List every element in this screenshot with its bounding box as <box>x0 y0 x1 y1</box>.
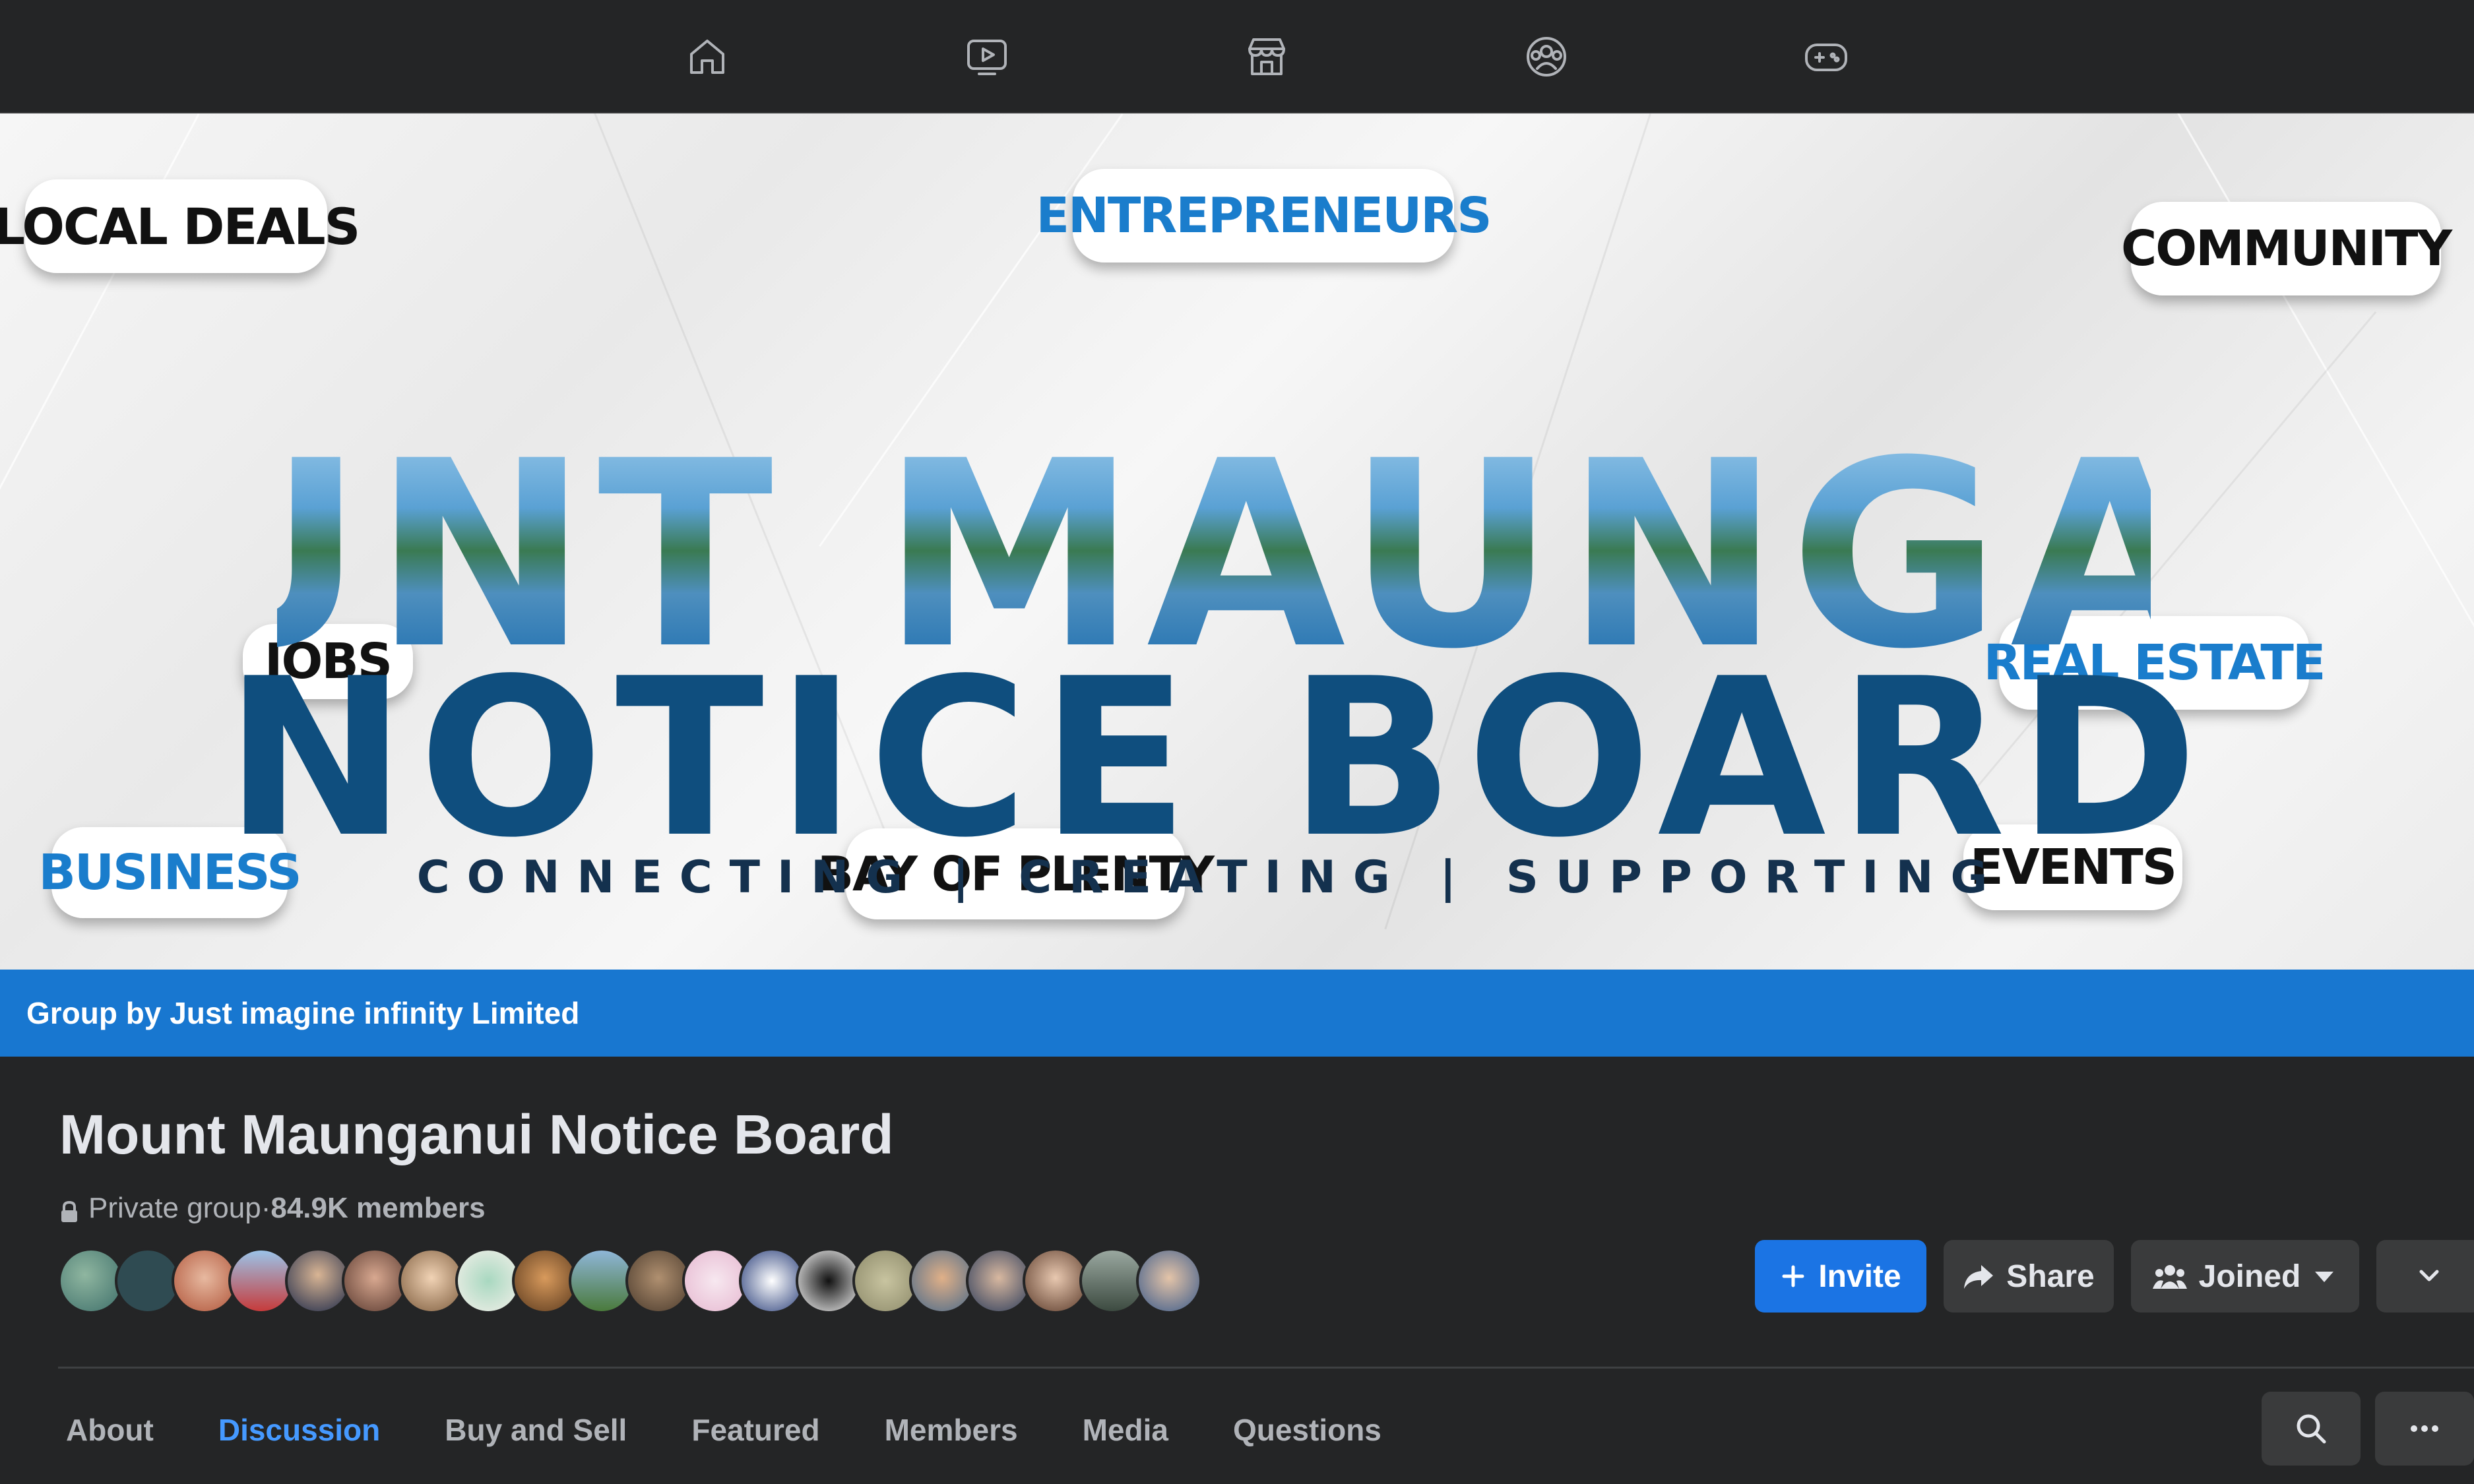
avatar[interactable] <box>342 1248 408 1314</box>
group-cover-image: LOCAL DEALS ENTREPRENEURS COMMUNITY JOBS… <box>0 113 2474 970</box>
avatar[interactable] <box>58 1248 124 1314</box>
invite-label: Invite <box>1818 1258 1901 1294</box>
groups-icon[interactable] <box>1520 30 1573 83</box>
plus-icon <box>1782 1265 1804 1287</box>
share-button[interactable]: Share <box>1944 1240 2114 1313</box>
group-meta: Private group · 84.9K members <box>59 1187 486 1229</box>
group-owner-bar[interactable]: Group by Just imagine infinity Limited <box>0 970 2474 1057</box>
avatar[interactable] <box>966 1248 1032 1314</box>
avatar[interactable] <box>512 1248 578 1314</box>
avatar[interactable] <box>1136 1248 1202 1314</box>
lock-icon <box>59 1197 79 1222</box>
members-icon <box>2152 1265 2187 1289</box>
avatar[interactable] <box>569 1248 635 1314</box>
video-icon[interactable] <box>961 30 1013 83</box>
search-icon <box>2297 1414 2326 1444</box>
avatar[interactable] <box>625 1248 691 1314</box>
invite-button[interactable]: Invite <box>1755 1240 1926 1313</box>
cover-title-line-2: NOTICE BOARD <box>224 632 2210 885</box>
member-avatars[interactable] <box>58 1248 1202 1314</box>
group-member-count[interactable]: 84.9K members <box>270 1192 485 1225</box>
group-tabs: About Discussion Buy and Sell Featured M… <box>66 1397 1446 1463</box>
avatar[interactable] <box>172 1248 238 1314</box>
share-label: Share <box>2006 1258 2095 1294</box>
tab-featured[interactable]: Featured <box>691 1412 819 1448</box>
tab-discussion[interactable]: Discussion <box>218 1412 380 1448</box>
group-privacy[interactable]: Private group <box>88 1192 261 1225</box>
avatar[interactable] <box>228 1248 294 1314</box>
avatar[interactable] <box>852 1248 918 1314</box>
share-icon <box>1964 1265 1994 1289</box>
search-group-button[interactable] <box>2262 1392 2361 1466</box>
avatar[interactable] <box>909 1248 975 1314</box>
more-icon <box>2411 1425 2438 1432</box>
home-icon[interactable] <box>681 30 734 83</box>
avatar[interactable] <box>115 1248 181 1314</box>
marketplace-icon[interactable] <box>1240 30 1293 83</box>
avatar[interactable] <box>1023 1248 1089 1314</box>
cover-tagline: CONNECTING | CREATING | SUPPORTING <box>416 851 2005 904</box>
more-actions-button[interactable] <box>2375 1392 2474 1466</box>
joined-button[interactable]: Joined <box>2131 1240 2359 1313</box>
avatar[interactable] <box>285 1248 351 1314</box>
tag-community: COMMUNITY <box>2121 202 2452 295</box>
caret-down-icon <box>2315 1272 2334 1282</box>
group-owner-text[interactable]: Group by Just imagine infinity Limited <box>26 995 579 1031</box>
tag-local-deals: LOCAL DEALS <box>0 179 360 273</box>
chevron-down-icon <box>2419 1270 2439 1282</box>
top-navigation-bar <box>0 0 2474 113</box>
tab-about[interactable]: About <box>66 1412 154 1448</box>
header-divider <box>58 1367 2474 1369</box>
avatar[interactable] <box>1079 1248 1145 1314</box>
avatar[interactable] <box>455 1248 521 1314</box>
avatar[interactable] <box>682 1248 748 1314</box>
avatar[interactable] <box>796 1248 862 1314</box>
more-options-dropdown[interactable] <box>2376 1240 2474 1313</box>
group-name[interactable]: Mount Maunganui Notice Board <box>59 1103 894 1167</box>
avatar[interactable] <box>739 1248 805 1314</box>
tab-members[interactable]: Members <box>885 1412 1018 1448</box>
gaming-icon[interactable] <box>1800 30 1853 83</box>
tab-questions[interactable]: Questions <box>1233 1412 1381 1448</box>
tag-entrepreneurs: ENTREPRENEURS <box>1036 169 1492 263</box>
tab-media[interactable]: Media <box>1083 1412 1168 1448</box>
meta-separator: · <box>261 1192 271 1224</box>
joined-label: Joined <box>2198 1258 2301 1294</box>
tab-buy-and-sell[interactable]: Buy and Sell <box>445 1412 627 1448</box>
avatar[interactable] <box>398 1248 464 1314</box>
